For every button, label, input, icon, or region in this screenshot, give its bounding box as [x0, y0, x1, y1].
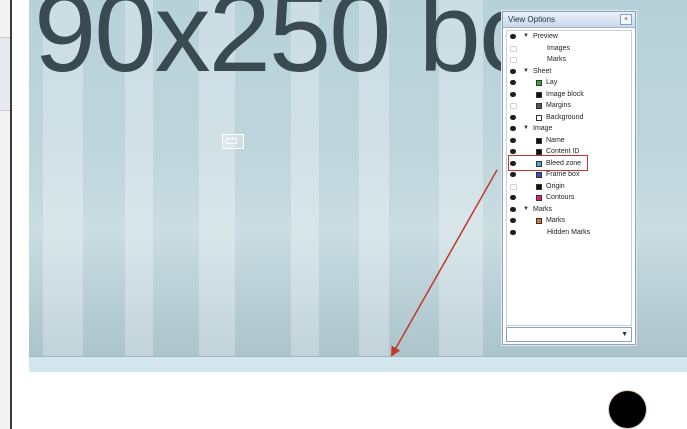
close-icon[interactable]: ×: [620, 14, 632, 25]
color-swatch[interactable]: [536, 195, 542, 201]
view-option-group-label: Preview: [533, 33, 558, 40]
color-swatch[interactable]: [536, 218, 542, 224]
view-option-row[interactable]: Name: [507, 135, 631, 147]
view-option-row[interactable]: Images: [507, 43, 631, 55]
eye-icon[interactable]: [510, 80, 516, 85]
view-option-row[interactable]: Origin: [507, 181, 631, 193]
expand-triangle-icon[interactable]: ▼: [523, 31, 529, 43]
view-option-row[interactable]: Marks: [507, 54, 631, 66]
view-option-label: Lay: [546, 79, 558, 86]
view-option-group-label: Marks: [533, 205, 553, 213]
view-option-row[interactable]: ▼ Marks: [507, 204, 631, 216]
eye-icon[interactable]: [510, 229, 516, 235]
color-swatch[interactable]: [536, 103, 542, 109]
eye-icon[interactable]: [510, 137, 516, 143]
view-option-row[interactable]: Marks: [507, 215, 631, 227]
color-swatch[interactable]: [536, 183, 542, 190]
view-option-row[interactable]: Margins: [507, 100, 631, 112]
left-panel: [0, 0, 12, 429]
eye-icon[interactable]: [510, 183, 517, 190]
view-option-label: Contours: [546, 194, 575, 201]
view-options-dropdown[interactable]: ▼: [506, 327, 632, 342]
view-option-label: Background: [546, 113, 584, 121]
view-option-row[interactable]: Image block: [507, 89, 631, 101]
view-option-row[interactable]: Lay: [507, 77, 631, 89]
image-text: 90x250 bc: [34, 0, 535, 95]
view-options-title: View Options: [508, 15, 555, 24]
eye-icon[interactable]: [510, 218, 516, 223]
view-option-label: Images: [547, 44, 570, 52]
view-option-label: Margins: [546, 102, 571, 109]
view-option-row[interactable]: ▼ Sheet: [507, 66, 631, 78]
view-option-group-label: Sheet: [533, 67, 552, 75]
left-panel-tab[interactable]: [0, 37, 10, 111]
view-option-label: Marks: [546, 217, 566, 224]
eye-icon[interactable]: [510, 114, 516, 120]
view-options-list: ▼ Preview Images Marks ▼ Sheet Lay Image block M…: [506, 30, 632, 326]
color-swatch[interactable]: [536, 114, 542, 121]
image-marker-icon: [222, 134, 244, 149]
eye-icon[interactable]: [510, 45, 517, 52]
eye-icon[interactable]: [510, 103, 517, 109]
view-option-group-label: Image: [533, 125, 553, 132]
bleed-zone-highlight: [508, 155, 588, 171]
chevron-down-icon: ▼: [621, 331, 628, 338]
expand-triangle-icon[interactable]: ▼: [523, 123, 529, 135]
color-swatch[interactable]: [536, 91, 542, 98]
black-dot: [609, 391, 646, 428]
view-option-label: Name: [546, 136, 565, 144]
expand-triangle-icon[interactable]: ▼: [523, 204, 529, 216]
expand-triangle-icon[interactable]: ▼: [523, 66, 529, 78]
eye-icon[interactable]: [510, 34, 516, 39]
view-option-row[interactable]: Contours: [507, 192, 631, 204]
eye-icon[interactable]: [510, 172, 516, 177]
view-options-panel: View Options × ▼ Preview Images Marks ▼ Sheet…: [502, 11, 636, 345]
eye-icon[interactable]: [510, 195, 516, 200]
eye-icon[interactable]: [510, 57, 517, 63]
view-option-row[interactable]: ▼ Image: [507, 123, 631, 135]
view-option-row[interactable]: Background: [507, 112, 631, 124]
eye-icon[interactable]: [510, 126, 516, 131]
eye-icon[interactable]: [510, 68, 516, 74]
view-option-label: Origin: [546, 182, 565, 190]
eye-icon[interactable]: [510, 91, 516, 97]
view-option-row[interactable]: Hidden Marks: [507, 227, 631, 239]
view-option-row[interactable]: ▼ Preview: [507, 31, 631, 43]
color-swatch[interactable]: [536, 172, 542, 178]
view-option-label: Image block: [546, 90, 584, 98]
eye-icon[interactable]: [510, 149, 516, 154]
color-swatch[interactable]: [536, 137, 542, 144]
view-options-header[interactable]: View Options ×: [503, 12, 635, 28]
bleed-zone-band: [29, 356, 687, 372]
view-option-label: Hidden Marks: [547, 228, 591, 236]
eye-icon[interactable]: [510, 206, 516, 212]
color-swatch[interactable]: [536, 80, 542, 86]
view-option-label: Marks: [547, 56, 567, 63]
